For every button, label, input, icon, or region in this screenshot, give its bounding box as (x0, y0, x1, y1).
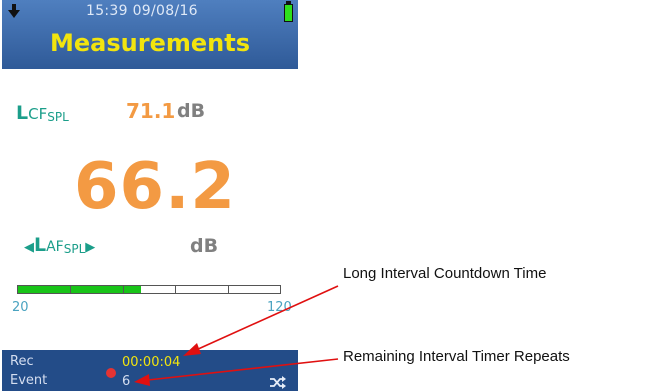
download-arrow-icon (8, 4, 20, 18)
bargraph-divider (227, 286, 229, 293)
primary-value: 71.1 (126, 99, 176, 123)
bargraph-max-label: 120 (267, 300, 292, 315)
rec-label: Rec (10, 354, 34, 369)
main-label-mid: AF (46, 239, 64, 255)
page-title: Measurements (50, 29, 250, 57)
primary-label-sub: SPL (47, 110, 69, 124)
annotation-countdown: Long Interval Countdown Time (343, 265, 547, 282)
primary-unit: dB (177, 100, 206, 122)
bargraph-divider (175, 286, 177, 293)
next-parameter-icon[interactable]: ▶ (85, 240, 95, 255)
level-bargraph (17, 285, 281, 294)
status-time: 15:39 09/08/16 (86, 3, 198, 19)
primary-label-mid: CF (28, 105, 48, 123)
meter-screen: 15:39 09/08/16 Measurements LCFSPL 71.1 … (2, 0, 298, 391)
event-label: Event (10, 373, 48, 388)
main-unit: dB (190, 235, 219, 257)
primary-label-main: L (16, 102, 29, 124)
bargraph-divider (122, 286, 124, 293)
header-bar: 15:39 09/08/16 Measurements (2, 0, 298, 69)
main-value: 66.2 (74, 150, 236, 224)
main-label-sub: SPL (63, 242, 86, 256)
remaining-repeats: 6 (122, 374, 131, 389)
bargraph-divider (70, 286, 72, 293)
battery-icon (284, 4, 293, 22)
main-parameter-selector[interactable]: ◀LAFSPL▶ (24, 234, 95, 256)
primary-parameter-label[interactable]: LCFSPL (16, 102, 69, 124)
main-label-main: L (34, 234, 47, 256)
shuffle-icon (270, 376, 286, 389)
bargraph-min-label: 20 (12, 300, 29, 315)
annotation-repeats: Remaining Interval Timer Repeats (343, 348, 570, 365)
prev-parameter-icon[interactable]: ◀ (24, 240, 34, 255)
record-dot-icon (106, 368, 116, 378)
countdown-time: 00:00:04 (122, 355, 181, 370)
